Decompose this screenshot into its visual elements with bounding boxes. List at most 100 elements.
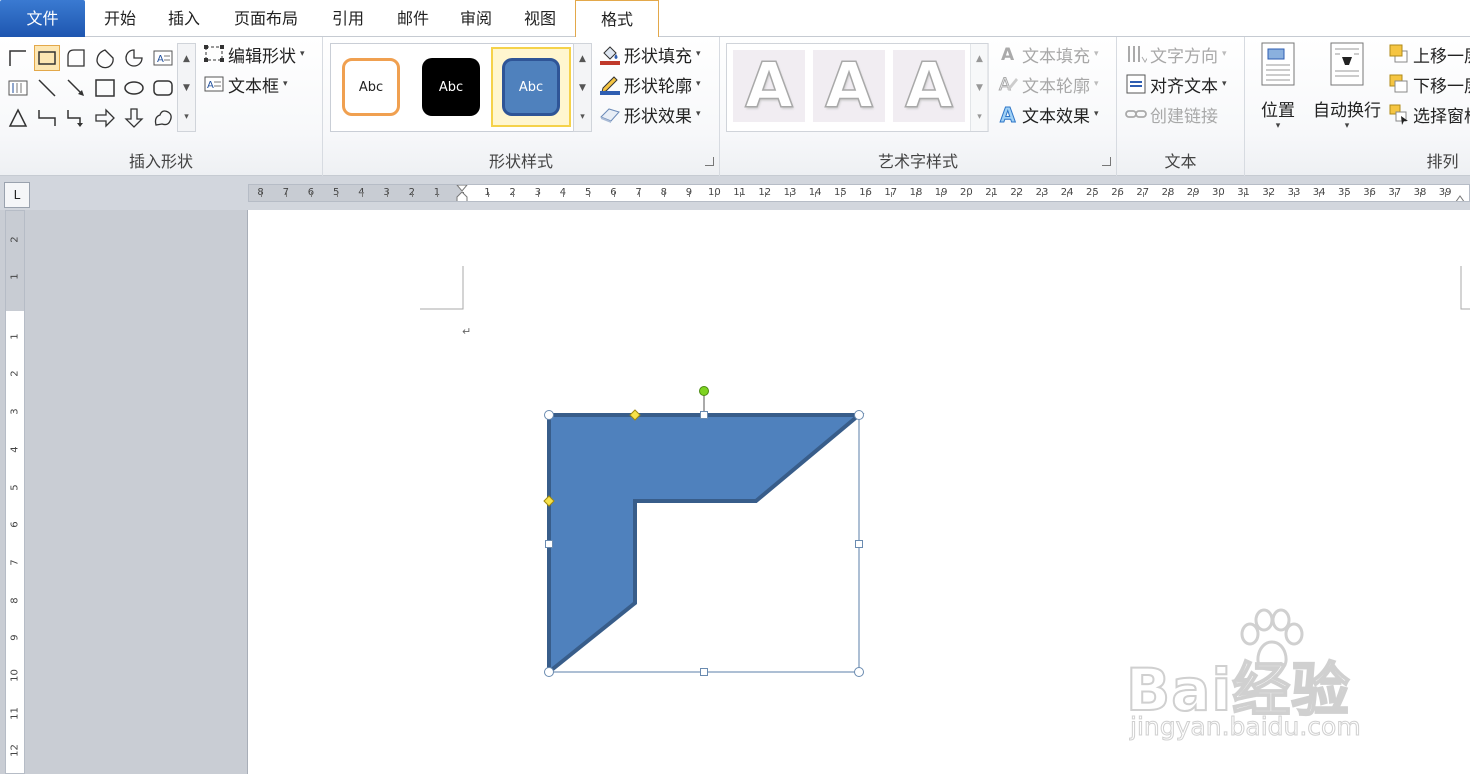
shape-style-blue-fill[interactable]: Abc: [502, 58, 560, 116]
rectangle-icon[interactable]: [92, 75, 118, 101]
elbow-connector-icon[interactable]: [5, 45, 31, 71]
wordart-style-1[interactable]: A: [733, 50, 805, 122]
resize-handle-br[interactable]: [854, 667, 864, 677]
right-arrow-icon[interactable]: [92, 105, 118, 131]
tab-mailings[interactable]: 邮件: [391, 0, 435, 37]
horizontal-ruler[interactable]: 8765432112345678910111213141516171819202…: [248, 184, 1470, 202]
edit-shape-button[interactable]: 编辑形状 ▾: [203, 41, 305, 67]
group-text: 文字方向 ▾ 对齐文本 ▾ 创建链接 文本: [1117, 37, 1245, 176]
document-page[interactable]: ↵ Bai经验 jingyan.baidu.com: [247, 210, 1470, 774]
send-backward-button[interactable]: 下移一层: [1388, 71, 1470, 97]
l-shape[interactable]: [547, 413, 865, 677]
oval-icon[interactable]: [121, 75, 147, 101]
ribbon: A ▲ ▼ ▾ 编辑形状 ▾ A 文本框 ▾ 插入形状 Abc Abc Abc …: [0, 37, 1470, 176]
shape-fill-button[interactable]: 形状填充 ▾: [599, 41, 701, 67]
tab-insert[interactable]: 插入: [162, 0, 206, 37]
wrap-text-button[interactable]: 自动换行 ▾: [1309, 41, 1385, 131]
tab-page-layout[interactable]: 页面布局: [228, 0, 304, 37]
ruler-tick: [513, 192, 514, 197]
resize-handle-right[interactable]: [855, 540, 863, 548]
wordart-style-3[interactable]: A: [893, 50, 965, 122]
bring-forward-button[interactable]: 上移一层: [1388, 41, 1470, 67]
create-link-button[interactable]: 创建链接: [1125, 101, 1218, 127]
folded-corner-icon[interactable]: [63, 45, 89, 71]
scroll-up-icon[interactable]: ▲: [574, 44, 591, 73]
text-outline-button[interactable]: A 文本轮廓 ▾: [997, 71, 1099, 97]
resize-handle-tr[interactable]: [854, 410, 864, 420]
tab-view[interactable]: 视图: [518, 0, 562, 37]
pie-shape-icon[interactable]: [121, 45, 147, 71]
scroll-down-icon[interactable]: ▼: [178, 73, 195, 102]
down-arrow-icon[interactable]: [121, 105, 147, 131]
wordart-style-2[interactable]: A: [813, 50, 885, 122]
callout-shape-icon[interactable]: [150, 105, 176, 131]
text-direction-button[interactable]: 文字方向 ▾: [1125, 41, 1227, 67]
gallery-more-icon[interactable]: ▾: [178, 102, 195, 131]
ruler-tick: [916, 192, 918, 197]
vertical-ruler[interactable]: 2 1 1 2 3 4 5 6 7 8 9 10 11 12: [5, 210, 25, 774]
resize-handle-bl[interactable]: [544, 667, 554, 677]
ruler-row: L 87654321123456789101112131415161718192…: [0, 176, 1470, 210]
scroll-up-icon[interactable]: ▲: [178, 44, 195, 73]
shape-effects-button[interactable]: 形状效果 ▾: [599, 101, 701, 127]
line-icon[interactable]: [34, 75, 60, 101]
scroll-down-icon[interactable]: ▼: [574, 73, 591, 102]
ruler-tick: [538, 192, 540, 197]
create-link-label: 创建链接: [1150, 106, 1218, 127]
wordart-letter: A: [824, 49, 873, 122]
send-backward-label: 下移一层: [1413, 76, 1470, 97]
triangle-icon[interactable]: [5, 105, 31, 131]
vertical-text-box-icon[interactable]: [5, 75, 31, 101]
text-box-button[interactable]: A 文本框 ▾: [203, 71, 288, 97]
text-box-icon: A: [204, 76, 224, 92]
tab-home[interactable]: 开始: [98, 0, 142, 37]
arrow-line-icon[interactable]: [63, 75, 89, 101]
text-effects-button[interactable]: A 文本效果 ▾: [997, 101, 1099, 127]
dialog-launcher-icon[interactable]: [705, 157, 714, 166]
scroll-down-icon[interactable]: ▼: [971, 73, 988, 102]
rotate-handle[interactable]: [699, 386, 709, 396]
watermark-url: jingyan.baidu.com: [1130, 712, 1362, 742]
right-indent-marker-icon[interactable]: [1454, 190, 1466, 202]
text-box-shape-icon[interactable]: A: [150, 45, 176, 71]
elbow-line-icon[interactable]: [34, 105, 60, 131]
gallery-more-icon[interactable]: ▾: [574, 102, 591, 131]
tab-format[interactable]: 格式: [575, 0, 659, 38]
shape-gallery-scrollbar[interactable]: ▲ ▼ ▾: [177, 43, 196, 132]
svg-text:A: A: [157, 54, 164, 65]
resize-handle-bottom[interactable]: [700, 668, 708, 676]
wordart-scrollbar[interactable]: ▲ ▼ ▾: [970, 43, 989, 132]
ruler-tick: [1294, 192, 1296, 197]
scroll-up-icon[interactable]: ▲: [971, 44, 988, 73]
indent-marker-icon[interactable]: [456, 184, 468, 202]
ruler-tick: [966, 192, 968, 197]
tab-references[interactable]: 引用: [326, 0, 370, 37]
rectangle-shape-icon[interactable]: [34, 45, 60, 71]
l-shape-selection[interactable]: [538, 380, 868, 680]
shape-style-black-fill[interactable]: Abc: [422, 58, 480, 116]
group-arrange: 位置 ▾ 自动换行 ▾ 上移一层 下移一层 选择窗格 排列: [1245, 37, 1470, 176]
resize-handle-left[interactable]: [545, 540, 553, 548]
teardrop-icon[interactable]: [92, 45, 118, 71]
wrap-text-label: 自动换行: [1313, 101, 1381, 121]
tab-file[interactable]: 文件: [0, 0, 85, 37]
dialog-launcher-icon[interactable]: [1102, 157, 1111, 166]
elbow-arrow-icon[interactable]: [63, 105, 89, 131]
text-fill-button[interactable]: A 文本填充 ▾: [997, 41, 1099, 67]
shape-style-orange-outline[interactable]: Abc: [342, 58, 400, 116]
ruler-tick: [261, 192, 262, 197]
shape-style-scrollbar[interactable]: ▲ ▼ ▾: [573, 43, 592, 132]
shape-outline-button[interactable]: 形状轮廓 ▾: [599, 71, 701, 97]
tab-review[interactable]: 审阅: [454, 0, 498, 37]
rounded-rectangle-icon[interactable]: [150, 75, 176, 101]
ruler-number: 2: [9, 235, 21, 243]
align-text-button[interactable]: 对齐文本 ▾: [1125, 71, 1227, 97]
tab-stop-selector[interactable]: L: [4, 182, 30, 208]
ruler-number: 1: [9, 333, 21, 340]
position-label: 位置: [1261, 101, 1295, 121]
selection-pane-button[interactable]: 选择窗格: [1388, 101, 1470, 127]
resize-handle-top[interactable]: [700, 411, 708, 419]
position-button[interactable]: 位置 ▾: [1255, 41, 1301, 131]
resize-handle-tl[interactable]: [544, 410, 554, 420]
gallery-more-icon[interactable]: ▾: [971, 102, 988, 131]
